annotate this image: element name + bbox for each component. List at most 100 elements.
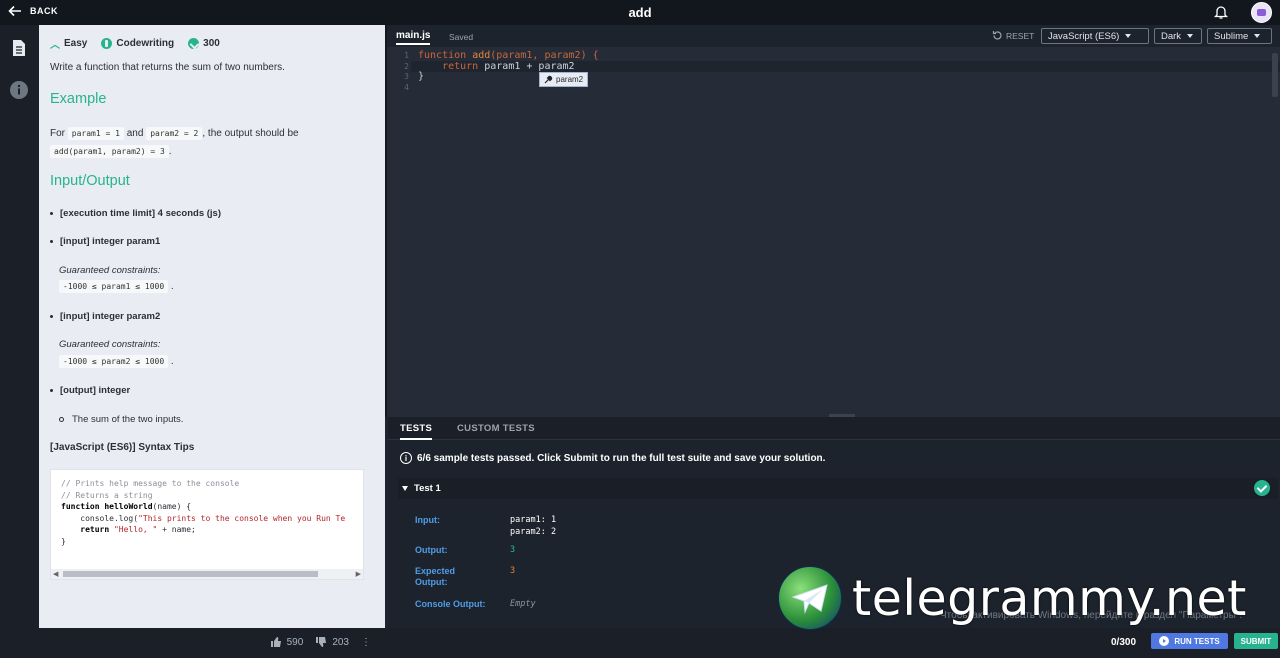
task-intro: Write a function that returns the sum of…: [50, 62, 285, 73]
run-tests-button[interactable]: RUN TESTS: [1151, 633, 1228, 649]
editor-footer: 0/300 RUN TESTS SUBMIT: [385, 628, 1280, 658]
thumbs-up-icon: [270, 637, 281, 647]
category-label: Codewriting: [116, 38, 175, 49]
submit-button[interactable]: SUBMIT: [1234, 633, 1278, 649]
thumbs-down-icon: [316, 637, 327, 647]
reset-button[interactable]: RESET: [992, 30, 1034, 41]
constraint-2-code: -1000 ≤ param2 ≤ 1000: [59, 355, 169, 368]
info-circle-icon: i: [400, 452, 412, 464]
task-meta: ︿ Easy Codewriting 300: [50, 36, 220, 51]
description-footer: 590 203 ⋮: [0, 628, 385, 658]
output-desc: The sum of the two inputs.: [59, 414, 183, 425]
telegrammy-watermark: telegrammy.net: [778, 566, 1247, 630]
tab-main-js[interactable]: main.js: [396, 30, 431, 45]
chevron-up-icon: ︿: [50, 40, 60, 51]
editor-header: main.js Saved RESET JavaScript (ES6) Dar…: [387, 25, 1280, 47]
input-label: Input:: [415, 515, 440, 525]
code-editor[interactable]: main.js Saved RESET JavaScript (ES6) Dar…: [385, 25, 1280, 417]
input-value: param1: 1 param2: 2: [510, 515, 557, 537]
codewriting-icon: [101, 38, 113, 49]
language-select[interactable]: JavaScript (ES6): [1041, 28, 1149, 44]
reset-icon: [992, 31, 1002, 40]
scroll-left-icon[interactable]: ◀: [53, 570, 58, 578]
output-value: 3: [510, 545, 516, 555]
editor-scrollbar[interactable]: [1272, 53, 1278, 97]
snippet-code: // Prints help message to the console //…: [51, 470, 363, 555]
autocomplete-hint[interactable]: param2: [539, 72, 589, 87]
snippet-scroll-thumb[interactable]: [63, 571, 318, 577]
guaranteed-label-1: Guaranteed constraints:: [59, 265, 161, 276]
difficulty-label: Easy: [64, 38, 88, 49]
difficulty-badge: ︿ Easy: [50, 36, 87, 51]
bell-icon[interactable]: [1213, 4, 1229, 20]
test-1-row[interactable]: Test 1: [398, 478, 1278, 499]
run-tests-label: RUN TESTS: [1174, 636, 1220, 646]
line-number: 1: [404, 51, 409, 60]
input-param1: [input] integer param1: [50, 236, 160, 247]
constraint-1: -1000 ≤ param1 ≤ 1000 .: [59, 280, 174, 293]
points-icon: [188, 38, 200, 49]
keymap-select[interactable]: Sublime: [1207, 28, 1272, 44]
play-icon: [1159, 636, 1170, 646]
example-code-result: add(param1, param2) = 3: [50, 145, 169, 158]
fn-params: (param1, param2) {: [490, 50, 599, 61]
reset-label: RESET: [1006, 30, 1035, 41]
document-icon[interactable]: [9, 38, 29, 58]
constraint-1-code: -1000 ≤ param1 ≤ 1000: [59, 280, 169, 293]
votes: 590 203 ⋮: [270, 636, 371, 648]
line-number: 2: [404, 61, 409, 71]
exec-limit: [execution time limit] 4 seconds (js): [50, 208, 221, 219]
example-text: For param1 = 1 and param2 = 2, the outpu…: [50, 125, 370, 161]
char-count: 0/300: [1111, 637, 1137, 648]
tests-summary: i 6/6 sample tests passed. Click Submit …: [400, 452, 825, 464]
example-for: For: [50, 128, 65, 139]
syntax-snippet: // Prints help message to the console //…: [50, 469, 364, 580]
example-code-param2: param2 = 2: [146, 127, 203, 140]
code-line-3: }: [418, 71, 425, 82]
snippet-kw-function: function: [61, 502, 100, 511]
input-param2: [input] integer param2: [50, 311, 160, 322]
autocomplete-label: param2: [556, 75, 584, 84]
example-code-param1: param1 = 1: [67, 127, 124, 140]
snippet-kw-return: return: [61, 525, 110, 534]
left-rail: [0, 25, 39, 628]
telegram-globe-logo: [778, 566, 842, 630]
fn-name: add: [466, 50, 491, 61]
snippet-scrollbar[interactable]: ◀ ▶: [51, 569, 363, 579]
scroll-right-icon[interactable]: ▶: [356, 570, 361, 578]
snippet-fn-name: helloWorld: [104, 502, 153, 511]
more-options-icon[interactable]: ⋮: [361, 637, 371, 648]
watermark-text: telegrammy.net: [852, 569, 1247, 627]
guaranteed-label-2: Guaranteed constraints:: [59, 339, 161, 350]
output-label: Output:: [415, 545, 448, 555]
example-end: .: [168, 146, 172, 157]
tips-heading: [JavaScript (ES6)] Syntax Tips: [50, 442, 195, 453]
example-output: , the output should be: [202, 128, 299, 139]
tab-custom-tests[interactable]: CUSTOM TESTS: [457, 423, 535, 434]
points-badge: 300: [188, 36, 220, 51]
theme-select[interactable]: Dark: [1154, 28, 1202, 44]
io-heading: Input/Output: [50, 173, 130, 189]
wrench-icon: [544, 75, 553, 84]
tests-summary-text: 6/6 sample tests passed. Click Submit to…: [417, 452, 826, 464]
description-panel: ︿ Easy Codewriting 300 Write a function t…: [39, 25, 385, 628]
avatar[interactable]: [1251, 2, 1272, 23]
output-type: [output] integer: [50, 385, 130, 396]
snippet-hello-string: "Hello, ": [109, 525, 158, 534]
snippet-line-1: // Prints help message to the console: [61, 479, 240, 488]
save-status: Saved: [449, 32, 474, 42]
tab-tests[interactable]: TESTS: [400, 423, 433, 440]
constraint-2: -1000 ≤ param2 ≤ 1000 .: [59, 355, 174, 368]
upvote-count: 590: [286, 636, 304, 648]
snippet-line-6: }: [61, 536, 66, 546]
code-line-2: return param1 + param2: [418, 61, 574, 73]
paper-plane-icon: [791, 584, 828, 614]
console-label: Console Output:: [415, 599, 486, 609]
downvote-button[interactable]: 203: [315, 636, 349, 648]
upvote-button[interactable]: 590: [270, 636, 304, 648]
info-icon[interactable]: [9, 80, 29, 100]
snippet-line-5-rest: + name;: [157, 525, 196, 534]
expected-value: 3: [510, 566, 516, 576]
test-1-label: Test 1: [402, 483, 441, 494]
points-label: 300: [203, 38, 220, 49]
